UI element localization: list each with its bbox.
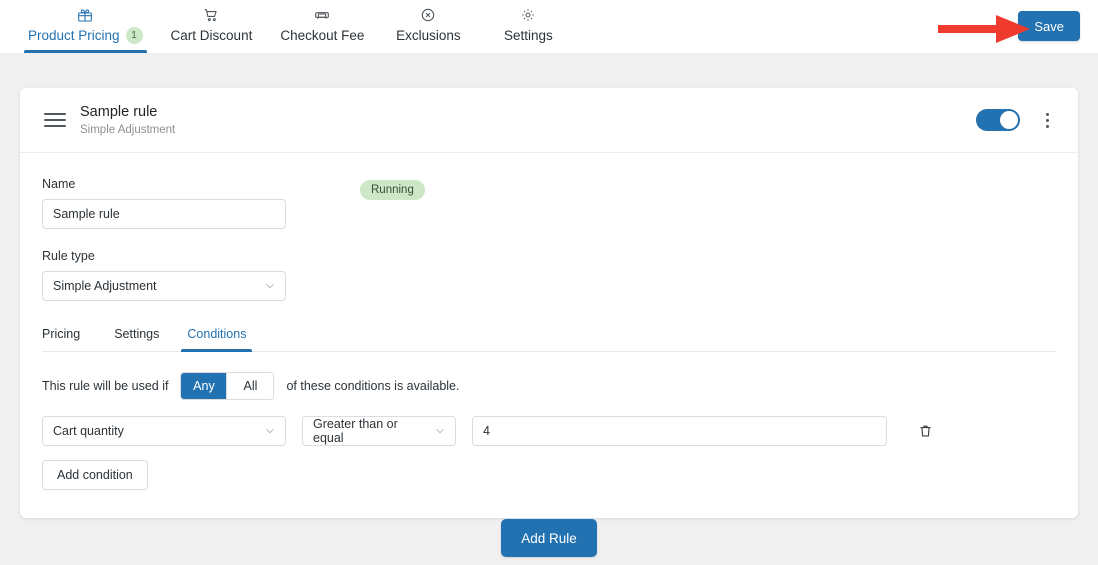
- drag-line: [44, 119, 66, 121]
- delivery-van-icon: [314, 6, 330, 23]
- tab-checkout-fee[interactable]: Checkout Fee: [266, 0, 378, 53]
- tab-product-pricing[interactable]: Product Pricing 1: [14, 0, 157, 53]
- status-badge: Running: [360, 180, 425, 200]
- drag-line: [44, 113, 66, 115]
- rule-type-field-block: Rule type Simple Adjustment: [42, 249, 1054, 301]
- kebab-menu-icon[interactable]: [1038, 109, 1056, 131]
- rule-title-block: Sample rule Simple Adjustment: [80, 103, 175, 138]
- rule-enabled-toggle[interactable]: [976, 109, 1020, 131]
- rule-header-actions: [976, 109, 1056, 131]
- add-rule-wrap: Add Rule: [0, 519, 1098, 557]
- tab-label-row: Checkout Fee: [280, 27, 364, 44]
- tab-exclusions[interactable]: Exclusions: [378, 0, 478, 53]
- rule-card-header: Sample rule Simple Adjustment Running: [20, 88, 1078, 200]
- condition-operator-value: Greater than or equal: [313, 417, 398, 445]
- name-input[interactable]: Sample rule: [42, 199, 286, 229]
- gift-icon: [77, 6, 93, 23]
- tab-label-row: Cart Discount: [171, 27, 253, 44]
- save-button[interactable]: Save: [1018, 11, 1080, 41]
- chevron-down-icon: [264, 280, 276, 292]
- rule-title: Sample rule: [80, 103, 158, 120]
- drag-line: [44, 125, 66, 127]
- active-tab-indicator: [24, 50, 147, 53]
- top-tab-bar: Product Pricing 1 Cart Discount Checkout…: [0, 0, 1098, 53]
- tab-label: Settings: [503, 28, 553, 43]
- kebab-dot: [1045, 124, 1049, 128]
- condition-value-input[interactable]: 4: [472, 416, 887, 446]
- tab-label: Checkout Fee: [280, 28, 365, 43]
- circle-x-icon: [420, 6, 436, 23]
- tab-label-row: Settings: [504, 27, 553, 44]
- add-rule-button[interactable]: Add Rule: [501, 519, 597, 557]
- match-type-any-button[interactable]: Any: [181, 373, 228, 399]
- tab-label-row: Exclusions: [396, 27, 461, 44]
- tab-settings[interactable]: Settings: [478, 0, 578, 53]
- name-label: Name: [42, 177, 76, 191]
- tab-label-row: Product Pricing 1: [28, 27, 143, 44]
- chevron-down-icon: [434, 425, 446, 437]
- conditions-intro-row: This rule will be used if Any All of the…: [42, 372, 1054, 400]
- tab-label: Cart Discount: [170, 28, 253, 43]
- top-tab-list: Product Pricing 1 Cart Discount Checkout…: [0, 0, 578, 53]
- drag-handle-icon[interactable]: [44, 109, 66, 131]
- chevron-down-icon: [264, 425, 276, 437]
- name-field-block: Name Sample rule: [42, 177, 1054, 229]
- condition-operator-select[interactable]: Greater than or equal: [302, 416, 456, 446]
- gear-icon: [520, 6, 536, 23]
- conditions-intro-prefix: This rule will be used if: [42, 379, 169, 393]
- tab-cart-discount[interactable]: Cart Discount: [157, 0, 267, 53]
- rule-card-body: Name Sample rule Rule type Simple Adjust…: [20, 153, 1078, 518]
- rule-type-value: Simple Adjustment: [53, 279, 157, 293]
- inner-tab-conditions[interactable]: Conditions: [173, 321, 260, 352]
- match-type-all-button[interactable]: All: [227, 373, 274, 399]
- rule-type-label: Rule type: [42, 249, 95, 263]
- rule-card: Sample rule Simple Adjustment Running Na…: [20, 88, 1078, 518]
- match-type-toggle-group: Any All: [180, 372, 275, 400]
- inner-tab-pricing[interactable]: Pricing: [42, 321, 94, 351]
- rule-subtitle: Simple Adjustment: [80, 123, 176, 136]
- inner-tab-settings[interactable]: Settings: [100, 321, 173, 351]
- tab-label: Product Pricing: [28, 28, 120, 43]
- kebab-dot: [1045, 118, 1049, 122]
- shopping-cart-icon: [203, 6, 219, 23]
- trash-icon[interactable]: [915, 420, 935, 442]
- rule-type-select[interactable]: Simple Adjustment: [42, 271, 286, 301]
- rule-inner-tab-list: Pricing Settings Conditions: [42, 321, 1056, 352]
- conditions-intro-suffix: of these conditions is available.: [286, 379, 460, 393]
- kebab-dot: [1045, 112, 1049, 116]
- condition-subject-select[interactable]: Cart quantity: [42, 416, 286, 446]
- status-badge-wrap: Running: [360, 180, 425, 200]
- condition-subject-value: Cart quantity: [53, 424, 124, 438]
- condition-row: Cart quantity Greater than or equal 4: [42, 416, 1054, 446]
- add-condition-button[interactable]: Add condition: [42, 460, 148, 490]
- tab-label: Exclusions: [396, 28, 461, 43]
- tab-badge-count: 1: [125, 27, 143, 44]
